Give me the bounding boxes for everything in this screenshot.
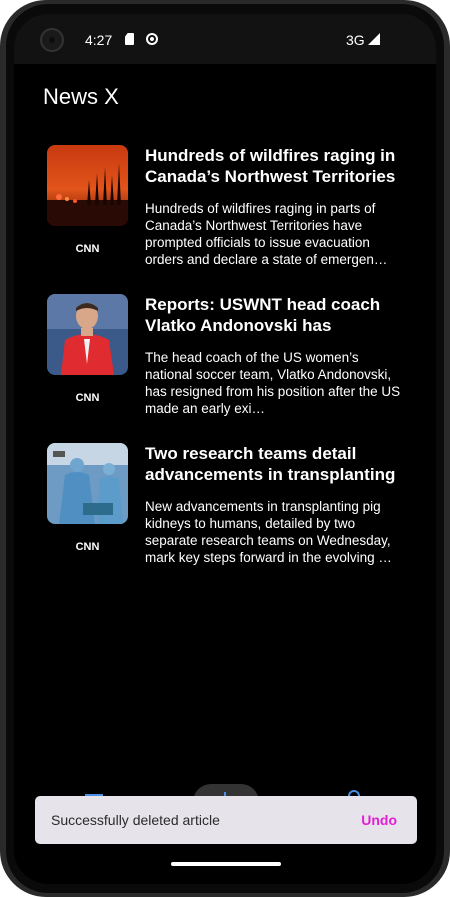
article-source: CNN: [75, 243, 100, 255]
article-title: Two research teams detail advancements i…: [145, 444, 396, 484]
phone-device: 4:27 3G News X CNN Hundreds of wildfires…: [0, 0, 450, 897]
snackbar: Successfully deleted article Undo: [35, 796, 417, 844]
article-source: CNN: [75, 392, 100, 404]
article-description: New advancements in transplanting pig ki…: [145, 499, 392, 565]
home-indicator[interactable]: [171, 862, 281, 866]
article-card[interactable]: CNN Reports: USWNT head coach Vlatko And…: [47, 294, 417, 434]
article-card[interactable]: CNN Hundreds of wildfires raging in Cana…: [47, 145, 417, 285]
wildfire-image: [47, 145, 128, 226]
network-type: 3G: [346, 32, 365, 48]
status-time: 4:27: [85, 32, 113, 48]
signal-icon: [368, 33, 380, 45]
notification-icon: [146, 33, 158, 45]
screen: 4:27 3G News X CNN Hundreds of wildfires…: [14, 14, 436, 884]
article-description: Hundreds of wildfires raging in parts of…: [145, 201, 388, 267]
coach-image: [47, 294, 128, 375]
article-title: Reports: USWNT head coach Vlatko Andonov…: [145, 295, 381, 335]
article-source: CNN: [75, 541, 100, 553]
article-card[interactable]: CNN Two research teams detail advancemen…: [47, 443, 417, 583]
snackbar-message: Successfully deleted article: [51, 812, 220, 828]
sd-card-icon: [125, 33, 134, 45]
undo-button[interactable]: Undo: [361, 812, 397, 828]
app-title: News X: [43, 84, 119, 109]
article-title: Hundreds of wildfires raging in Canada’s…: [145, 146, 396, 186]
status-bar: 4:27 3G: [14, 14, 436, 64]
surgery-image: [47, 443, 128, 524]
article-description: The head coach of the US women’s nationa…: [145, 350, 401, 416]
front-camera-icon: [40, 28, 64, 52]
